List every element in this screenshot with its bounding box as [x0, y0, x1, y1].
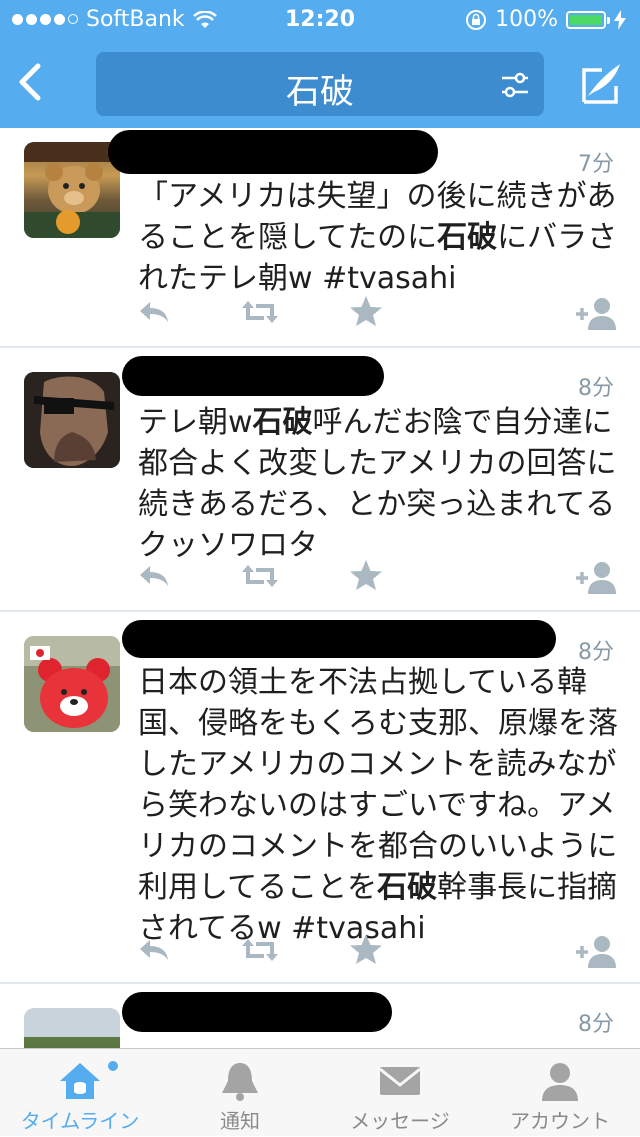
tweet-time: 7分: [578, 152, 614, 177]
star-icon: [350, 934, 382, 964]
tweet-actions: [130, 930, 620, 970]
tab-timeline[interactable]: タイムライン: [0, 1049, 160, 1137]
favorite-button[interactable]: [346, 930, 386, 970]
navigation-bar: SoftBank 12:20 100% 石破: [0, 0, 640, 128]
compose-button[interactable]: [578, 62, 622, 106]
tweet-text-part: テレ朝w: [138, 405, 253, 440]
retweet-button[interactable]: [240, 292, 280, 332]
tweet-item[interactable]: 8分 テレ朝w石破呼んだお陰で自分達に都合よく改変したアメリカの回答に続きあるだ…: [0, 348, 640, 612]
tab-label: メッセージ: [350, 1109, 450, 1133]
retweet-button[interactable]: [240, 556, 280, 596]
red-bear-toy-photo: [24, 636, 120, 732]
tweet-item[interactable]: 8分: [0, 984, 640, 1048]
tab-messages[interactable]: メッセージ: [320, 1049, 480, 1137]
search-results-timeline[interactable]: 7分 「アメリカは失望」の後に続きがあることを隠してたのに石破にバラされたテレ朝…: [0, 128, 640, 1048]
rotation-lock-icon: [466, 9, 487, 30]
reply-icon: [140, 302, 168, 322]
user-avatar[interactable]: [24, 142, 120, 238]
back-button[interactable]: [14, 62, 50, 102]
home-icon: [60, 1063, 100, 1099]
reply-icon: [140, 566, 168, 586]
tweet-text: 日本の領土を不法占拠している韓国、侵略をもくろむ支那、原爆を落したアメリカのコメ…: [138, 662, 618, 949]
tweet-time: 8分: [578, 376, 614, 401]
user-avatar[interactable]: [24, 372, 120, 468]
reply-button[interactable]: [134, 556, 174, 596]
star-icon: [350, 296, 382, 326]
favorite-button[interactable]: [346, 292, 386, 332]
star-icon: [350, 560, 382, 590]
reply-icon: [140, 940, 168, 960]
add-user-icon: [576, 298, 616, 330]
user-avatar[interactable]: [24, 636, 120, 732]
status-bar: SoftBank 12:20 100%: [0, 0, 640, 40]
redacted-username: [122, 992, 392, 1032]
compose-quill-icon: [582, 64, 620, 104]
game-character-photo: [24, 372, 120, 468]
filter-sliders-icon[interactable]: [500, 70, 530, 100]
tweet-item[interactable]: 8分 日本の領土を不法占拠している韓国、侵略をもくろむ支那、原爆を落したアメリカ…: [0, 612, 640, 984]
follow-user-button[interactable]: [574, 292, 616, 332]
retweet-icon: [242, 565, 278, 587]
tab-label: アカウント: [510, 1109, 610, 1133]
battery-fill: [570, 14, 602, 25]
tab-bar: タイムライン 通知 メッセージ アカウント: [0, 1048, 640, 1136]
tweet-text-highlight: 石破: [252, 405, 313, 440]
retweet-button[interactable]: [240, 930, 280, 970]
follow-user-button[interactable]: [574, 930, 616, 970]
retweet-icon: [242, 301, 278, 323]
reply-button[interactable]: [134, 930, 174, 970]
tweet-text-part: 日本の領土を不法占拠している韓国、侵略をもくろむ支那、原爆を落したアメリカのコメ…: [138, 665, 618, 905]
tab-notifications[interactable]: 通知: [160, 1049, 320, 1137]
tweet-item[interactable]: 7分 「アメリカは失望」の後に続きがあることを隠してたのに石破にバラされたテレ朝…: [0, 128, 640, 348]
follow-user-button[interactable]: [574, 556, 616, 596]
retweet-icon: [242, 939, 278, 961]
user-avatar[interactable]: [24, 1008, 120, 1048]
tweet-text-highlight: 石破: [377, 870, 438, 905]
envelope-icon: [379, 1067, 421, 1095]
charging-bolt-icon: [614, 9, 626, 30]
reply-button[interactable]: [134, 292, 174, 332]
tweet-text-highlight: 石破: [437, 220, 498, 255]
bell-icon: [222, 1063, 258, 1101]
tweet-text: 「アメリカは失望」の後に続きがあることを隠してたのに石破にバラされたテレ朝w #…: [138, 176, 618, 299]
tab-label: タイムライン: [20, 1109, 140, 1133]
add-user-icon: [576, 562, 616, 594]
chevron-left-icon: [19, 63, 41, 101]
search-query-box[interactable]: 石破: [96, 52, 544, 116]
status-right: 100%: [465, 7, 626, 32]
search-query-title: 石破: [286, 72, 354, 112]
tweet-actions: [130, 556, 620, 596]
tweet-text: テレ朝w石破呼んだお陰で自分達に都合よく改変したアメリカの回答に続きあるだろ、と…: [138, 402, 618, 566]
battery-icon: [566, 10, 610, 29]
person-icon: [542, 1063, 578, 1101]
tweet-actions: [130, 292, 620, 332]
teddy-bear-photo: [24, 142, 120, 238]
new-items-indicator: [108, 1061, 118, 1071]
redacted-username: [122, 620, 556, 658]
tab-label: 通知: [220, 1109, 260, 1133]
battery-percent: 100%: [495, 7, 558, 32]
favorite-button[interactable]: [346, 556, 386, 596]
add-user-icon: [576, 936, 616, 968]
redacted-username: [108, 130, 438, 174]
redacted-username: [122, 356, 384, 396]
tab-account[interactable]: アカウント: [480, 1049, 640, 1137]
tweet-time: 8分: [578, 1012, 614, 1037]
